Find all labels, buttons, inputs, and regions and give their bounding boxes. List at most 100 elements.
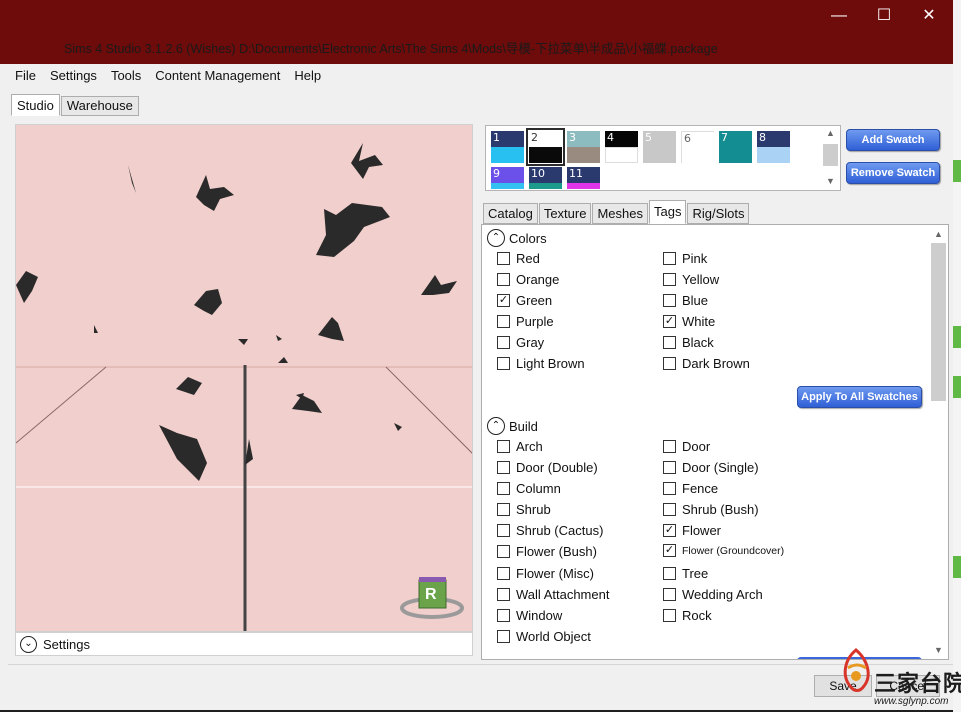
minimize-button[interactable]: — — [816, 4, 862, 28]
tags-scrollbar[interactable]: ▲ ▼ — [930, 227, 947, 658]
checkbox-box[interactable] — [663, 609, 676, 622]
chevron-down-icon[interactable]: ⌄ — [20, 636, 37, 653]
checkbox-box[interactable] — [497, 336, 510, 349]
swatch-11[interactable]: 11 — [567, 167, 600, 189]
checkbox-flower-groundcover[interactable]: ✓ Flower (Groundcover) — [663, 544, 784, 557]
swatch-1[interactable]: 1 — [491, 131, 524, 163]
checkbox-box[interactable]: ✓ — [663, 544, 676, 557]
menu-settings[interactable]: Settings — [43, 66, 104, 86]
checkbox-box[interactable] — [663, 461, 676, 474]
checkbox-flower[interactable]: ✓ Flower — [663, 523, 721, 538]
checkbox-green[interactable]: ✓ Green — [497, 293, 552, 308]
scroll-up-icon[interactable]: ▲ — [934, 229, 943, 239]
checkbox-box[interactable] — [497, 609, 510, 622]
checkbox-box[interactable] — [663, 503, 676, 516]
checkbox-box[interactable] — [497, 357, 510, 370]
checkbox-white[interactable]: ✓ White — [663, 314, 715, 329]
checkbox-door-double[interactable]: Door (Double) — [497, 460, 598, 475]
build-section-header[interactable]: ⌃ Build — [487, 417, 538, 435]
checkbox-box[interactable]: ✓ — [497, 294, 510, 307]
checkbox-box[interactable] — [663, 440, 676, 453]
checkbox-arch[interactable]: Arch — [497, 439, 543, 454]
remove-swatch-button[interactable]: Remove Swatch — [846, 162, 940, 184]
checkbox-box[interactable] — [663, 357, 676, 370]
checkbox-wall-attachment[interactable]: Wall Attachment — [497, 587, 609, 602]
checkbox-blue[interactable]: Blue — [663, 293, 708, 308]
add-swatch-button[interactable]: Add Swatch — [846, 129, 940, 151]
swatch-10[interactable]: 10 — [529, 167, 562, 189]
colors-section-header[interactable]: ⌃ Colors — [487, 229, 547, 247]
scroll-thumb[interactable] — [931, 243, 946, 401]
checkbox-yellow[interactable]: Yellow — [663, 272, 719, 287]
checkbox-black[interactable]: Black — [663, 335, 714, 350]
menu-content-management[interactable]: Content Management — [148, 66, 287, 86]
checkbox-world-object[interactable]: World Object — [497, 629, 591, 644]
checkbox-box[interactable] — [497, 252, 510, 265]
checkbox-door-single[interactable]: Door (Single) — [663, 460, 759, 475]
chevron-up-icon[interactable]: ⌃ — [487, 229, 505, 247]
tab-rig-slots[interactable]: Rig/Slots — [687, 203, 750, 224]
checkbox-flower-misc[interactable]: Flower (Misc) — [497, 566, 594, 581]
checkbox-flower-bush[interactable]: Flower (Bush) — [497, 544, 597, 559]
checkbox-box[interactable] — [663, 567, 676, 580]
checkbox-pink[interactable]: Pink — [663, 251, 707, 266]
checkbox-box[interactable] — [663, 273, 676, 286]
checkbox-box[interactable] — [663, 336, 676, 349]
menu-tools[interactable]: Tools — [104, 66, 148, 86]
checkbox-box[interactable]: ✓ — [663, 524, 676, 537]
swatch-7[interactable]: 7 — [719, 131, 752, 163]
checkbox-shrub-bush[interactable]: Shrub (Bush) — [663, 502, 759, 517]
chevron-up-icon[interactable]: ⌃ — [487, 417, 505, 435]
tab-texture[interactable]: Texture — [538, 203, 592, 224]
checkbox-shrub[interactable]: Shrub — [497, 502, 551, 517]
checkbox-wedding-arch[interactable]: Wedding Arch — [663, 587, 763, 602]
checkbox-box[interactable] — [663, 252, 676, 265]
checkbox-box[interactable] — [497, 315, 510, 328]
scroll-up-icon[interactable]: ▲ — [826, 128, 835, 138]
swatch-3[interactable]: 3 — [567, 131, 600, 163]
checkbox-box[interactable] — [497, 630, 510, 643]
swatch-6[interactable]: 6 — [681, 131, 715, 164]
apply-to-all-swatches-button[interactable]: Apply To All Swatches — [797, 386, 922, 408]
menu-help[interactable]: Help — [287, 66, 328, 86]
checkbox-tree[interactable]: Tree — [663, 566, 708, 581]
swatch-4[interactable]: 4 — [605, 131, 638, 163]
menu-file[interactable]: File — [8, 66, 43, 86]
checkbox-box[interactable] — [497, 503, 510, 516]
checkbox-column[interactable]: Column — [497, 481, 561, 496]
swatch-5[interactable]: 5 — [643, 131, 676, 163]
tab-meshes[interactable]: Meshes — [592, 203, 648, 224]
tab-catalog[interactable]: Catalog — [483, 203, 538, 224]
tab-tags[interactable]: Tags — [648, 200, 687, 224]
close-button[interactable]: ✕ — [906, 4, 952, 28]
checkbox-purple[interactable]: Purple — [497, 314, 554, 329]
checkbox-box[interactable] — [497, 545, 510, 558]
checkbox-gray[interactable]: Gray — [497, 335, 544, 350]
checkbox-box[interactable] — [497, 482, 510, 495]
checkbox-box[interactable] — [497, 567, 510, 580]
scroll-thumb[interactable] — [823, 144, 838, 166]
tab-warehouse[interactable]: Warehouse — [60, 96, 139, 116]
checkbox-shrub-cactus[interactable]: Shrub (Cactus) — [497, 523, 603, 538]
checkbox-box[interactable] — [497, 440, 510, 453]
checkbox-box[interactable] — [663, 482, 676, 495]
checkbox-dark-brown[interactable]: Dark Brown — [663, 356, 750, 371]
checkbox-orange[interactable]: Orange — [497, 272, 559, 287]
maximize-button[interactable]: ☐ — [861, 4, 907, 28]
swatch-2[interactable]: 2 — [526, 128, 565, 166]
checkbox-fence[interactable]: Fence — [663, 481, 718, 496]
checkbox-box[interactable] — [663, 588, 676, 601]
checkbox-box[interactable] — [497, 588, 510, 601]
checkbox-window[interactable]: Window — [497, 608, 562, 623]
tab-studio[interactable]: Studio — [11, 94, 60, 116]
checkbox-box[interactable] — [663, 294, 676, 307]
swatch-9[interactable]: 9 — [491, 167, 524, 189]
checkbox-box[interactable]: ✓ — [663, 315, 676, 328]
checkbox-box[interactable] — [497, 273, 510, 286]
checkbox-red[interactable]: Red — [497, 251, 540, 266]
checkbox-rock[interactable]: Rock — [663, 608, 712, 623]
scroll-down-icon[interactable]: ▼ — [826, 176, 835, 186]
swatch-8[interactable]: 8 — [757, 131, 790, 163]
checkbox-box[interactable] — [497, 524, 510, 537]
checkbox-light-brown[interactable]: Light Brown — [497, 356, 585, 371]
